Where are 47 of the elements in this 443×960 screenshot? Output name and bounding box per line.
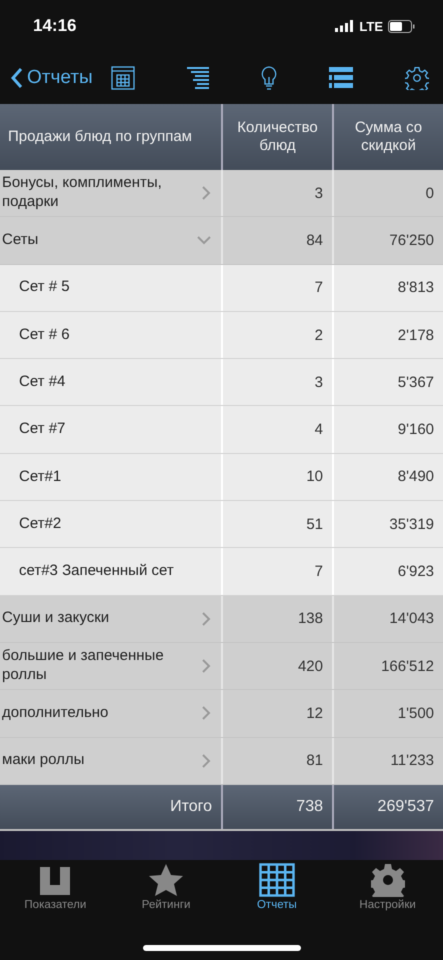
chevron-right-icon bbox=[202, 659, 211, 674]
chevron-right-icon bbox=[202, 612, 211, 626]
chevron-right-icon bbox=[202, 186, 211, 200]
total-cell: 738 bbox=[221, 784, 332, 829]
group-name: дополнительно bbox=[2, 704, 108, 723]
group-name: большие и запеченные роллы bbox=[2, 647, 165, 685]
star-icon bbox=[148, 862, 184, 897]
tab[interactable]: Рейтинги bbox=[110, 862, 222, 911]
item-name: Сет#2 bbox=[19, 514, 62, 534]
grid-icon bbox=[258, 862, 295, 897]
group-name: Суши и закуски bbox=[2, 609, 110, 628]
expand-toggle[interactable] bbox=[202, 186, 211, 200]
lightbulb-icon[interactable] bbox=[260, 66, 277, 90]
tab[interactable]: Отчеты bbox=[222, 862, 332, 911]
expand-toggle[interactable] bbox=[202, 659, 211, 674]
network-type: LTE bbox=[359, 18, 383, 34]
item-name: Сет #7 bbox=[19, 420, 66, 439]
gear-icon bbox=[370, 862, 405, 897]
battery-icon bbox=[388, 20, 415, 32]
chevron-down-icon bbox=[197, 236, 211, 245]
list-icon[interactable] bbox=[328, 67, 353, 89]
column-header: Продажи блюд по группам bbox=[7, 127, 193, 147]
item-name: Сет # 6 bbox=[19, 326, 70, 344]
settings-icon[interactable] bbox=[405, 66, 429, 90]
item-name: Сет #4 bbox=[19, 372, 66, 392]
back-button[interactable]: Отчеты bbox=[10, 67, 93, 89]
total-cell: 269'537 bbox=[332, 784, 443, 829]
back-chevron-icon bbox=[10, 67, 23, 89]
item-name: Сет#1 bbox=[19, 468, 62, 486]
signal-icon bbox=[335, 20, 354, 32]
expand-toggle[interactable] bbox=[197, 236, 211, 245]
expand-toggle[interactable] bbox=[202, 754, 211, 768]
group-name: маки роллы bbox=[2, 751, 84, 770]
clock: 14:16 bbox=[33, 16, 76, 36]
item-name: Сет # 5 bbox=[19, 278, 70, 298]
item-name: сет#3 Запеченный сет bbox=[19, 562, 174, 581]
chevron-right-icon bbox=[202, 754, 211, 768]
group-name: Бонусы, комплименты, подарки bbox=[2, 174, 163, 212]
align-right-icon[interactable] bbox=[186, 66, 209, 90]
group-name: Сеты bbox=[2, 231, 38, 250]
tab[interactable]: Настройки bbox=[332, 862, 443, 911]
total-label: Итого bbox=[169, 796, 213, 817]
chevron-right-icon bbox=[202, 706, 211, 720]
tab[interactable]: Показатели bbox=[0, 862, 111, 911]
expand-toggle[interactable] bbox=[202, 706, 211, 720]
calendar-icon[interactable] bbox=[110, 66, 135, 90]
expand-toggle[interactable] bbox=[202, 612, 211, 626]
